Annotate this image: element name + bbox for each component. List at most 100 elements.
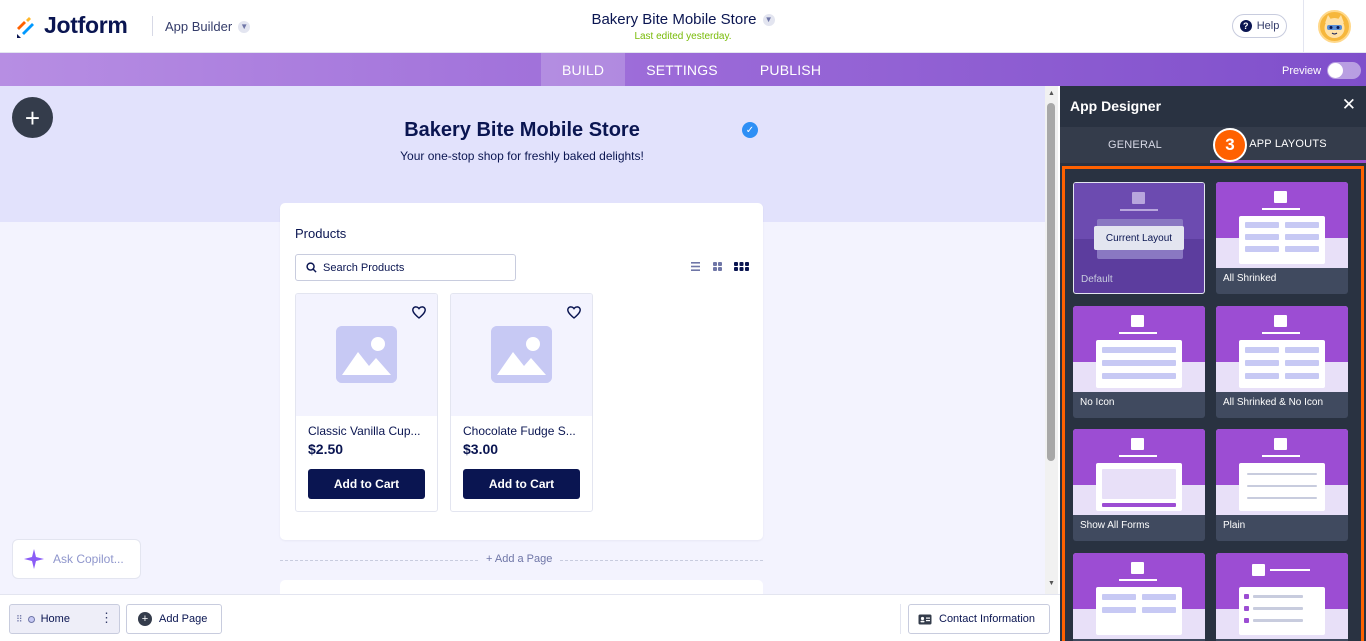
product-card[interactable]: Classic Vanilla Cup... $2.50 Add to Cart (295, 293, 438, 512)
search-products-input[interactable]: Search Products (295, 254, 516, 281)
layout-preview-row (1245, 373, 1279, 379)
plus-circle-icon: + (138, 612, 152, 626)
layout-name: No Icon (1080, 397, 1115, 408)
bottom-divider (900, 604, 901, 634)
app-hero-subtitle[interactable]: Your one-stop shop for freshly baked del… (280, 149, 764, 163)
scroll-down-arrow-icon[interactable]: ▼ (1048, 580, 1055, 587)
layout-option-all-shrinked[interactable]: All Shrinked (1216, 182, 1348, 294)
layout-preview-icon (1131, 438, 1144, 450)
product-price: $2.50 (308, 441, 344, 457)
products-widget[interactable]: Products Search Products Classic Vanilla… (280, 203, 763, 540)
more-options-icon[interactable]: ⋮ (100, 611, 113, 624)
layout-preview-card (1239, 463, 1325, 511)
avatar-face-icon (1324, 15, 1345, 38)
sparkle-icon (24, 549, 44, 569)
layout-thumbnail (1216, 553, 1348, 639)
layout-preview-row (1102, 373, 1176, 379)
layout-preview-icon (1132, 192, 1145, 204)
current-layout-badge: Current Layout (1094, 226, 1184, 250)
layout-preview-icon (1131, 315, 1144, 327)
product-image (296, 294, 437, 416)
product-price: $3.00 (463, 441, 499, 457)
tab-build[interactable]: BUILD (541, 53, 626, 86)
layout-preview-bullet (1244, 594, 1249, 599)
layout-thumbnail (1216, 306, 1348, 392)
next-widget-card[interactable] (280, 580, 763, 594)
heart-icon[interactable] (411, 304, 427, 320)
layout-preview-row (1102, 607, 1136, 613)
tab-publish[interactable]: PUBLISH (739, 53, 842, 86)
layout-option-plain[interactable]: Plain (1216, 429, 1348, 541)
layout-preview-title (1120, 209, 1158, 211)
contact-information-button[interactable]: Contact Information (908, 604, 1050, 634)
layout-preview-icon (1252, 564, 1265, 576)
layout-option-no-icon[interactable]: No Icon (1073, 306, 1205, 418)
list-view-icon[interactable] (690, 261, 701, 272)
layout-option[interactable] (1073, 553, 1205, 641)
preview-control: Preview (1282, 62, 1362, 79)
layout-option-show-all-forms[interactable]: Show All Forms (1073, 429, 1205, 541)
add-to-cart-button[interactable]: Add to Cart (308, 469, 425, 499)
layout-preview-row (1245, 360, 1279, 366)
layout-preview-title (1119, 579, 1157, 581)
app-title: Bakery Bite Mobile Store (591, 11, 757, 28)
layout-thumbnail (1073, 553, 1205, 639)
copilot-label: Ask Copilot... (53, 552, 124, 566)
layout-preview-card (1096, 587, 1182, 635)
add-to-cart-button[interactable]: Add to Cart (463, 469, 580, 499)
scroll-up-arrow-icon[interactable]: ▲ (1048, 90, 1055, 97)
ask-copilot-button[interactable]: Ask Copilot... (12, 539, 141, 579)
app-title-dropdown[interactable]: Bakery Bite Mobile Store ▼ (591, 11, 775, 28)
drag-handle-icon[interactable]: ⠿ (16, 614, 23, 625)
layout-preview-row (1142, 594, 1176, 600)
layout-preview-title (1262, 455, 1300, 457)
product-card[interactable]: Chocolate Fudge S... $3.00 Add to Cart (450, 293, 593, 512)
page-icon (27, 615, 35, 623)
compact-grid-view-icon[interactable] (734, 261, 749, 272)
add-element-button[interactable]: + (12, 97, 53, 138)
layout-preview-card (1239, 216, 1325, 264)
preview-toggle[interactable] (1327, 62, 1362, 79)
chevron-down-icon: ▼ (762, 13, 775, 26)
layout-preview-title (1270, 569, 1310, 571)
heart-icon[interactable] (566, 304, 582, 320)
layout-preview-row (1285, 360, 1319, 366)
page-tab-label: Home (40, 613, 70, 625)
layout-preview-icon (1131, 562, 1144, 574)
grid-view-icon[interactable] (712, 261, 723, 272)
top-header: Jotform App Builder ▼ Bakery Bite Mobile… (0, 0, 1366, 53)
user-avatar[interactable] (1318, 10, 1351, 43)
layout-preview-row (1247, 497, 1317, 499)
layout-preview-row (1102, 594, 1136, 600)
layout-option-all-shrinked-no-icon[interactable]: All Shrinked & No Icon (1216, 306, 1348, 418)
layout-preview-row (1285, 222, 1319, 228)
layout-option[interactable] (1216, 553, 1348, 641)
layout-preview-row (1285, 347, 1319, 353)
layout-name: Default (1081, 274, 1113, 285)
tab-general[interactable]: GENERAL (1060, 127, 1210, 163)
page-tab-home[interactable]: ⠿ Home ⋮ (9, 604, 120, 634)
add-a-page-link[interactable]: + Add a Page (478, 553, 561, 565)
layout-preview-icon (1274, 315, 1287, 327)
layout-thumbnail (1216, 429, 1348, 515)
tab-settings[interactable]: SETTINGS (625, 53, 739, 86)
layout-preview-form (1102, 469, 1176, 499)
canvas-scrollbar[interactable]: ▲ ▼ (1045, 86, 1058, 594)
builder-tabs: BUILD SETTINGS PUBLISH (541, 53, 842, 86)
layout-thumbnail (1073, 306, 1205, 392)
close-icon[interactable]: ✕ (1342, 96, 1356, 113)
scroll-thumb[interactable] (1047, 103, 1055, 461)
app-canvas: + Bakery Bite Mobile Store ✓ Your one-st… (0, 86, 1045, 594)
layout-name: All Shrinked & No Icon (1223, 397, 1324, 408)
search-icon (306, 262, 317, 273)
help-label: Help (1256, 20, 1280, 32)
layout-preview-card (1096, 463, 1182, 511)
layout-preview-row (1253, 607, 1303, 610)
app-hero-title[interactable]: Bakery Bite Mobile Store (280, 119, 764, 142)
add-page-button[interactable]: + Add Page (126, 604, 222, 634)
layout-option-default[interactable]: Current Layout Default (1073, 182, 1205, 294)
layout-name: Show All Forms (1080, 520, 1150, 531)
help-button[interactable]: ? Help (1232, 14, 1287, 38)
layout-preview-row (1102, 347, 1176, 353)
layout-preview-row (1247, 485, 1317, 487)
